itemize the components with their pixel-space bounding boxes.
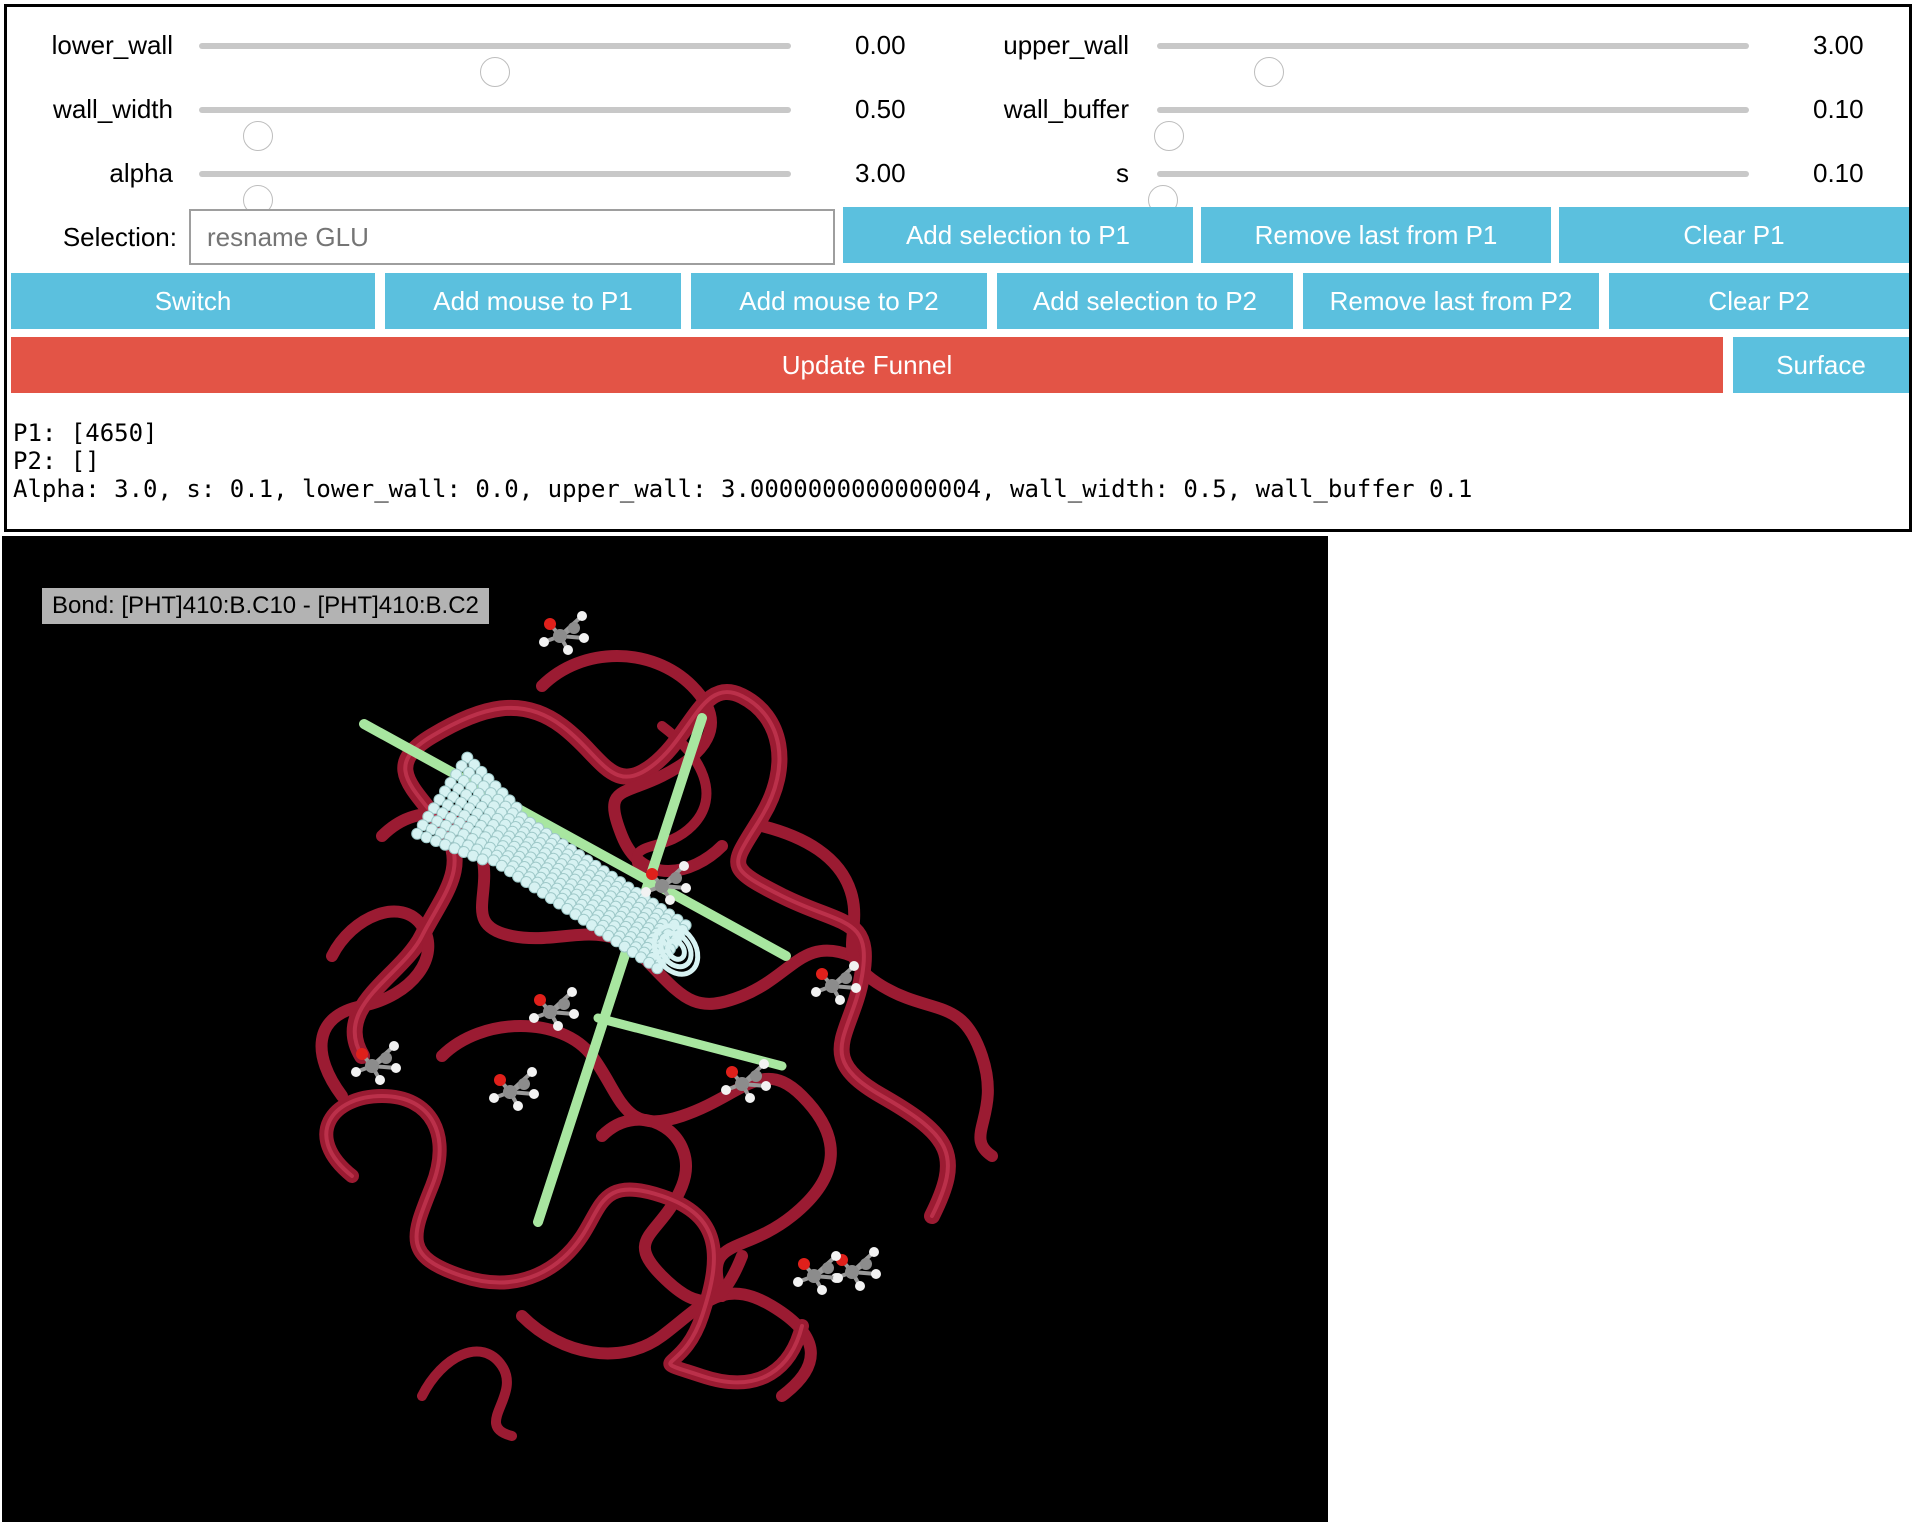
- add-mouse-to-p2-button[interactable]: Add mouse to P2: [691, 273, 987, 329]
- add-selection-to-p1-button[interactable]: Add selection to P1: [843, 207, 1193, 263]
- lower-wall-slider[interactable]: [199, 43, 791, 87]
- update-funnel-button[interactable]: Update Funnel: [11, 337, 1723, 393]
- s-value: 0.10: [1813, 158, 1864, 188]
- s-slider-row: s 0.10: [947, 143, 1909, 215]
- hover-info-label: Bond: [PHT]410:B.C10 - [PHT]410:B.C2: [42, 588, 489, 624]
- p2-output-line: P2: []: [13, 447, 100, 475]
- selection-label: Selection:: [62, 222, 177, 252]
- lower-wall-value: 0.00: [855, 30, 906, 60]
- remove-last-from-p2-button[interactable]: Remove last from P2: [1303, 273, 1599, 329]
- molecule-viewer[interactable]: Bond: [PHT]410:B.C10 - [PHT]410:B.C2: [2, 536, 1328, 1522]
- wall-buffer-value: 0.10: [1813, 94, 1864, 124]
- wall-width-slider[interactable]: [199, 107, 791, 151]
- wall-width-value: 0.50: [855, 94, 906, 124]
- alpha-slider-row: alpha 3.00: [7, 143, 947, 215]
- switch-button[interactable]: Switch: [11, 273, 375, 329]
- alpha-slider[interactable]: [199, 171, 791, 215]
- add-selection-to-p2-button[interactable]: Add selection to P2: [997, 273, 1293, 329]
- upper-wall-label: upper_wall: [1003, 30, 1129, 60]
- wall-width-slider-row: wall_width 0.50: [7, 79, 947, 151]
- wall-buffer-slider[interactable]: [1153, 107, 1749, 151]
- selection-input[interactable]: [189, 209, 835, 265]
- surface-button[interactable]: Surface: [1733, 337, 1909, 393]
- clear-p1-button[interactable]: Clear P1: [1559, 207, 1909, 263]
- alpha-label: alpha: [109, 158, 173, 188]
- upper-wall-slider[interactable]: [1157, 43, 1749, 87]
- protein-ribbon: [315, 650, 998, 1441]
- funnel-widget-panel: lower_wall 0.00 wall_width 0.50 alpha 3.…: [4, 4, 1912, 532]
- p1-output-line: P1: [4650]: [13, 419, 158, 447]
- wall-buffer-label: wall_buffer: [1003, 94, 1129, 124]
- lower-wall-label: lower_wall: [51, 30, 173, 60]
- wall-width-label: wall_width: [53, 94, 173, 124]
- upper-wall-value: 3.00: [1813, 30, 1864, 60]
- alpha-value: 3.00: [855, 158, 906, 188]
- clear-p2-button[interactable]: Clear P2: [1609, 273, 1909, 329]
- add-mouse-to-p1-button[interactable]: Add mouse to P1: [385, 273, 681, 329]
- wall-buffer-slider-row: wall_buffer 0.10: [947, 79, 1909, 151]
- s-label: s: [1116, 158, 1129, 188]
- status-output: P1: [4650] P2: [] Alpha: 3.0, s: 0.1, lo…: [13, 419, 1472, 503]
- protein-scene: [315, 611, 998, 1441]
- remove-last-from-p1-button[interactable]: Remove last from P1: [1201, 207, 1551, 263]
- lower-wall-slider-row: lower_wall 0.00: [7, 15, 947, 87]
- s-slider[interactable]: [1147, 171, 1749, 215]
- upper-wall-slider-row: upper_wall 3.00: [947, 15, 1909, 87]
- params-output-line: Alpha: 3.0, s: 0.1, lower_wall: 0.0, upp…: [13, 475, 1473, 503]
